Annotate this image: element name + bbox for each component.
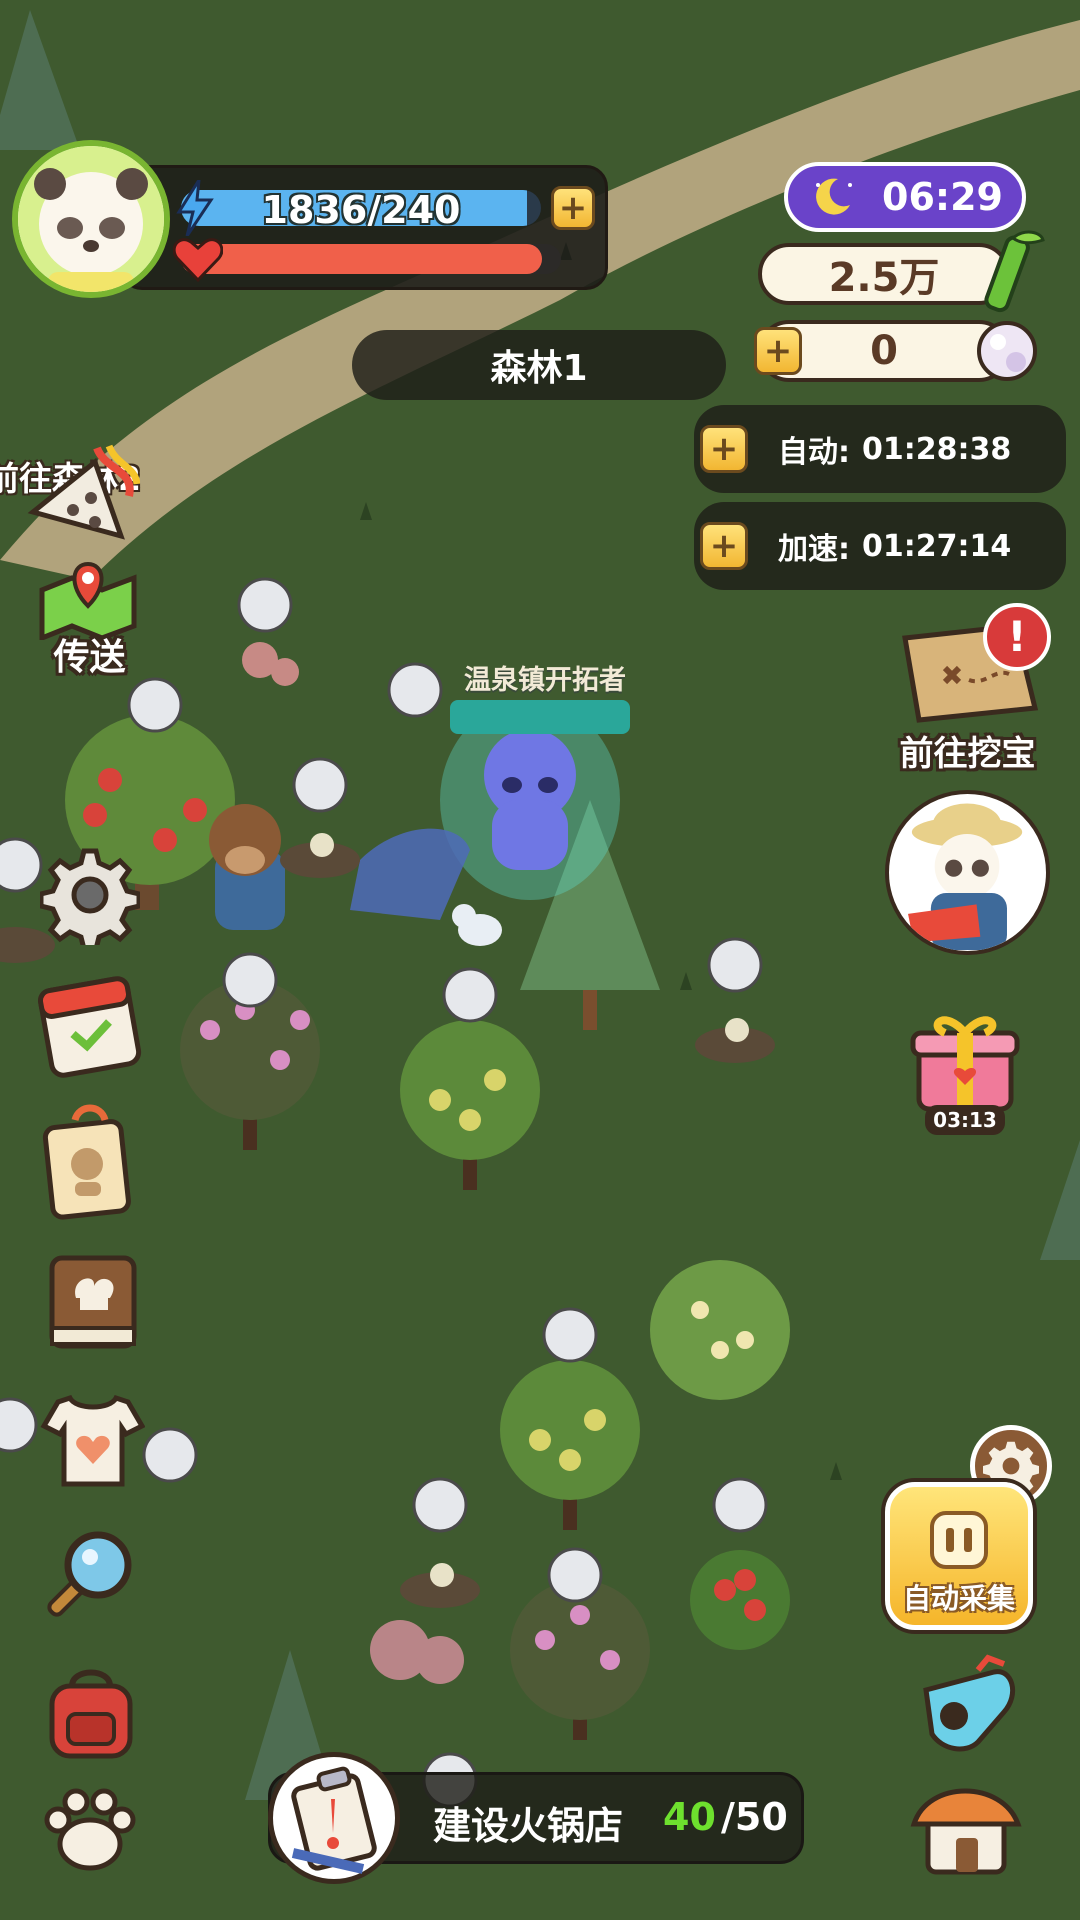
avatar[interactable]: [12, 140, 170, 298]
auto-timer-label: 自动:: [778, 435, 850, 470]
paw-icon: [44, 1788, 136, 1871]
player-status-panel: 1836/240 +: [120, 165, 608, 290]
energy-bar: 1836/240: [181, 190, 541, 226]
alert-badge: !: [983, 603, 1051, 671]
quest-icon[interactable]: [268, 1752, 400, 1884]
wardrobe-button[interactable]: [40, 1388, 145, 1493]
pearl-icon: [974, 318, 1040, 384]
add-energy-button[interactable]: +: [551, 186, 595, 230]
quest-label: 建设火锅店: [433, 1804, 624, 1848]
npc-name-label: 温泉镇开拓者: [464, 665, 626, 696]
magnifier-icon: [47, 1531, 132, 1617]
auto-collect-label: 自动采集: [902, 1582, 1015, 1615]
boost-timer-value: 01:27:14: [862, 528, 1012, 564]
search-button[interactable]: [40, 1525, 140, 1625]
tomato-plant: [690, 1550, 790, 1650]
hp-bar-fill: [181, 244, 542, 274]
gear-icon: [40, 848, 140, 945]
teleport-label: 传送: [53, 637, 126, 678]
add-auto-time-button[interactable]: +: [700, 425, 748, 473]
whistle-button[interactable]: [908, 1650, 1023, 1760]
quest-total: /50: [721, 1795, 788, 1839]
shirt-icon: [40, 1394, 145, 1487]
gift-box-button[interactable]: 03:13: [905, 1005, 1025, 1135]
boost-timer-panel: + 加速: 01:27:14: [694, 502, 1066, 590]
pennant-flag-icon: [27, 444, 140, 540]
shop-house-button[interactable]: [908, 1770, 1023, 1880]
calendar-icon: [37, 976, 142, 1078]
pet-paw-button[interactable]: [38, 1780, 143, 1880]
heart-icon: [172, 236, 224, 283]
panda-explorer-icon: [908, 803, 1023, 951]
bamboo-amount: 2.5万: [828, 255, 940, 301]
panda-avatar-icon: [18, 146, 164, 292]
location-name-pill: 森林1: [352, 330, 726, 400]
moon-icon: [810, 175, 854, 219]
add-pearl-button[interactable]: +: [754, 327, 802, 375]
location-name: 森林1: [490, 348, 588, 389]
clock-time: 06:29: [882, 175, 1003, 219]
backpack-button[interactable]: [38, 1660, 143, 1765]
settings-gear-button[interactable]: [40, 845, 140, 945]
whistle-icon: [923, 1654, 1016, 1752]
pearl-amount: 0: [870, 328, 898, 374]
gift-timer: 03:13: [925, 1105, 1005, 1135]
flower-bush: [650, 1260, 790, 1400]
collection-tag-button[interactable]: [35, 1100, 145, 1220]
energy-value: 1836/240: [261, 190, 461, 226]
auto-timer-panel: + 自动: 01:28:38: [694, 405, 1066, 493]
auto-timer-value: 01:28:38: [862, 431, 1012, 467]
daily-tasks-button[interactable]: [35, 968, 145, 1078]
quest-current: 40: [663, 1795, 716, 1839]
next-area-flag-button[interactable]: [25, 440, 140, 550]
bamboo-icon: [975, 228, 1047, 316]
teleport-button[interactable]: 传送: [32, 560, 147, 680]
cookbook-icon: [49, 1255, 137, 1349]
lightning-icon: [175, 179, 215, 237]
recipe-book-button[interactable]: [40, 1248, 145, 1353]
add-boost-time-button[interactable]: +: [700, 522, 748, 570]
backpack-icon: [49, 1669, 133, 1759]
explorer-npc-button[interactable]: [885, 790, 1050, 955]
clipboard-icon: [291, 1766, 377, 1874]
npc-cow: [209, 804, 285, 930]
house-icon: [910, 1788, 1022, 1875]
auto-collect-button[interactable]: 自动采集: [885, 1482, 1033, 1630]
boost-timer-label: 加速:: [778, 532, 850, 567]
tag-icon: [42, 1104, 131, 1220]
treasure-dig-label: 前往挖宝: [899, 734, 1036, 774]
night-clock: 06:29: [784, 162, 1026, 232]
exclamation-icon: !: [1007, 612, 1027, 661]
pause-icon: [930, 1511, 988, 1569]
bamboo-counter: 2.5万: [758, 243, 1010, 305]
hp-bar: [181, 244, 561, 274]
gift-icon: [910, 1016, 1020, 1112]
